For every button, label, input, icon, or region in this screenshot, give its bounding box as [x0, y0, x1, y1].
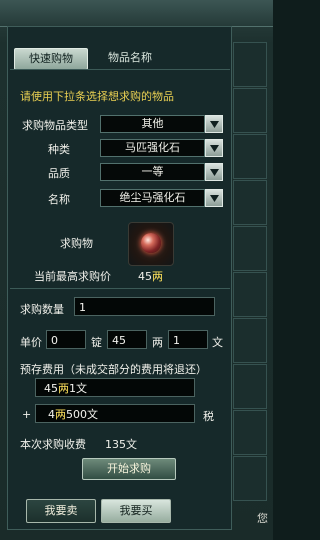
label-quality: 品质 — [48, 167, 70, 180]
max-price-value: 45两 — [138, 270, 163, 283]
buy-button[interactable]: 我要买 — [101, 499, 171, 523]
section-divider — [10, 288, 230, 289]
side-slot[interactable] — [233, 180, 267, 225]
start-buy-button[interactable]: 开始求购 — [82, 458, 176, 480]
wen-input[interactable]: 1 — [168, 330, 208, 349]
side-slot[interactable] — [233, 272, 267, 317]
side-slot[interactable] — [233, 364, 267, 409]
gem-icon — [141, 233, 161, 253]
prepay-tax: 4两500文 — [35, 404, 195, 423]
side-slot[interactable] — [233, 226, 267, 271]
ding-input[interactable]: 0 — [46, 330, 86, 349]
label-max-price: 当前最高求购价 — [34, 270, 111, 283]
selection-hint: 请使用下拉条选择想求购的物品 — [20, 90, 174, 103]
tab-item-name[interactable]: 物品名称 — [90, 48, 170, 68]
fee-value: 135文 — [105, 438, 137, 451]
tab-quick-buy[interactable]: 快速购物 — [14, 48, 88, 70]
chevron-down-icon[interactable] — [205, 189, 223, 207]
ding-unit: 锭 — [91, 336, 102, 349]
select-name[interactable]: 绝尘马强化石 — [100, 189, 205, 207]
chevron-down-icon[interactable] — [205, 115, 223, 133]
label-wanted-item: 求购物 — [60, 237, 93, 250]
wen-unit: 文 — [212, 336, 223, 349]
label-item-type: 求购物品类型 — [22, 119, 88, 132]
select-category[interactable]: 马匹强化石 — [100, 139, 205, 157]
sell-button[interactable]: 我要卖 — [26, 499, 96, 523]
label-unit-price: 单价 — [20, 336, 42, 349]
label-name: 名称 — [48, 193, 70, 206]
side-slot[interactable] — [233, 42, 267, 87]
chevron-down-icon[interactable] — [205, 139, 223, 157]
side-slot[interactable] — [233, 318, 267, 363]
liang-unit: 两 — [152, 336, 163, 349]
side-slot[interactable] — [233, 88, 267, 133]
plus-sign: + — [22, 408, 32, 421]
quantity-input[interactable]: 1 — [74, 297, 215, 316]
liang-input[interactable]: 45 — [107, 330, 147, 349]
side-slot[interactable] — [233, 410, 267, 455]
side-slot[interactable] — [233, 134, 267, 179]
label-prepay: 预存费用（未成交部分的费用将退还） — [20, 363, 207, 376]
select-quality[interactable]: 一等 — [100, 163, 205, 181]
select-item-type[interactable]: 其他 — [100, 115, 205, 133]
tax-label: 税 — [203, 410, 214, 423]
window-title-bar — [0, 0, 273, 27]
label-fee: 本次求购收费 — [20, 438, 86, 451]
prepay-base: 45两1文 — [35, 378, 195, 397]
label-category: 种类 — [48, 143, 70, 156]
item-slot[interactable] — [128, 222, 174, 266]
tab-divider — [10, 69, 230, 70]
chevron-down-icon[interactable] — [205, 163, 223, 181]
side-slot[interactable] — [233, 456, 267, 501]
label-quantity: 求购数量 — [20, 303, 64, 316]
corner-text: 您 — [257, 512, 268, 525]
